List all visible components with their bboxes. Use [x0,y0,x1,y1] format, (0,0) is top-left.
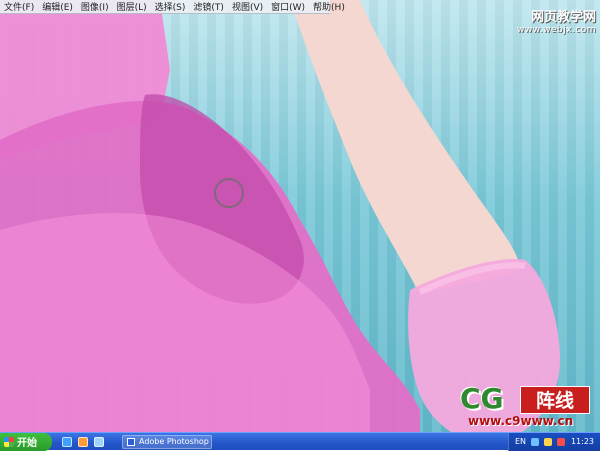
taskbar-button-photoshop[interactable]: Adobe Photoshop [122,434,212,449]
cg-brand: CG [460,382,504,415]
clock: 11:23 [570,437,594,446]
internet-explorer-icon[interactable] [62,436,72,447]
menu-filter[interactable]: 滤镜(T) [193,0,224,13]
start-button[interactable]: 开始 [0,432,52,451]
language-indicator[interactable]: EN [515,437,526,446]
menu-window[interactable]: 窗口(W) [271,0,305,13]
menu-file[interactable]: 文件(F) [4,0,34,13]
system-tray: EN 11:23 [508,432,600,451]
windows-logo-icon [4,436,14,447]
menu-image[interactable]: 图像(I) [81,0,109,13]
start-label: 开始 [17,438,37,449]
menu-bar: 文件(F) 编辑(E) 图像(I) 图层(L) 选择(S) 滤镜(T) 视图(V… [0,0,345,14]
cg-url: www.c9www.cn [468,414,574,428]
antivirus-icon[interactable] [557,437,566,446]
menu-help[interactable]: 帮助(H) [313,0,345,13]
cg-watermark: CG 阵线 www.c9www.cn [460,382,600,432]
photoshop-task-icon [127,437,135,446]
volume-icon[interactable] [544,437,553,446]
brush-cursor [214,178,244,208]
menu-select[interactable]: 选择(S) [155,0,186,13]
menu-view[interactable]: 视图(V) [232,0,263,13]
cg-tag: 阵线 [520,386,590,414]
desktop-icon[interactable] [94,436,104,447]
quick-launch [62,436,104,447]
menu-edit[interactable]: 编辑(E) [42,0,73,13]
taskbar-label: Adobe Photoshop [139,437,209,446]
network-icon[interactable] [531,437,540,446]
taskbar: 开始 Adobe Photoshop EN 11:23 [0,432,600,451]
menu-layer[interactable]: 图层(L) [117,0,147,13]
watermark-title: 网页教学网 [530,10,596,25]
watermark-top: 网页教学网 www.webjx.com [486,6,596,36]
photoshop-icon[interactable] [78,436,88,447]
watermark-url: www.webjx.com [516,25,596,35]
